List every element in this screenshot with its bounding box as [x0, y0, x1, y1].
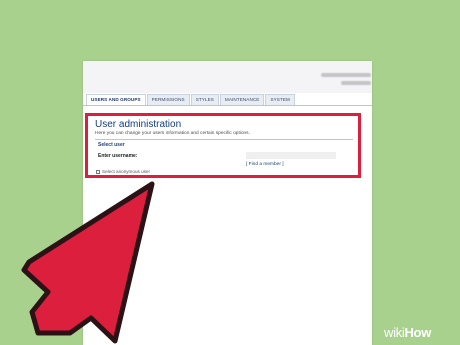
wikihow-watermark: wikiHow: [384, 325, 432, 340]
red-arrow-icon: [21, 181, 155, 344]
